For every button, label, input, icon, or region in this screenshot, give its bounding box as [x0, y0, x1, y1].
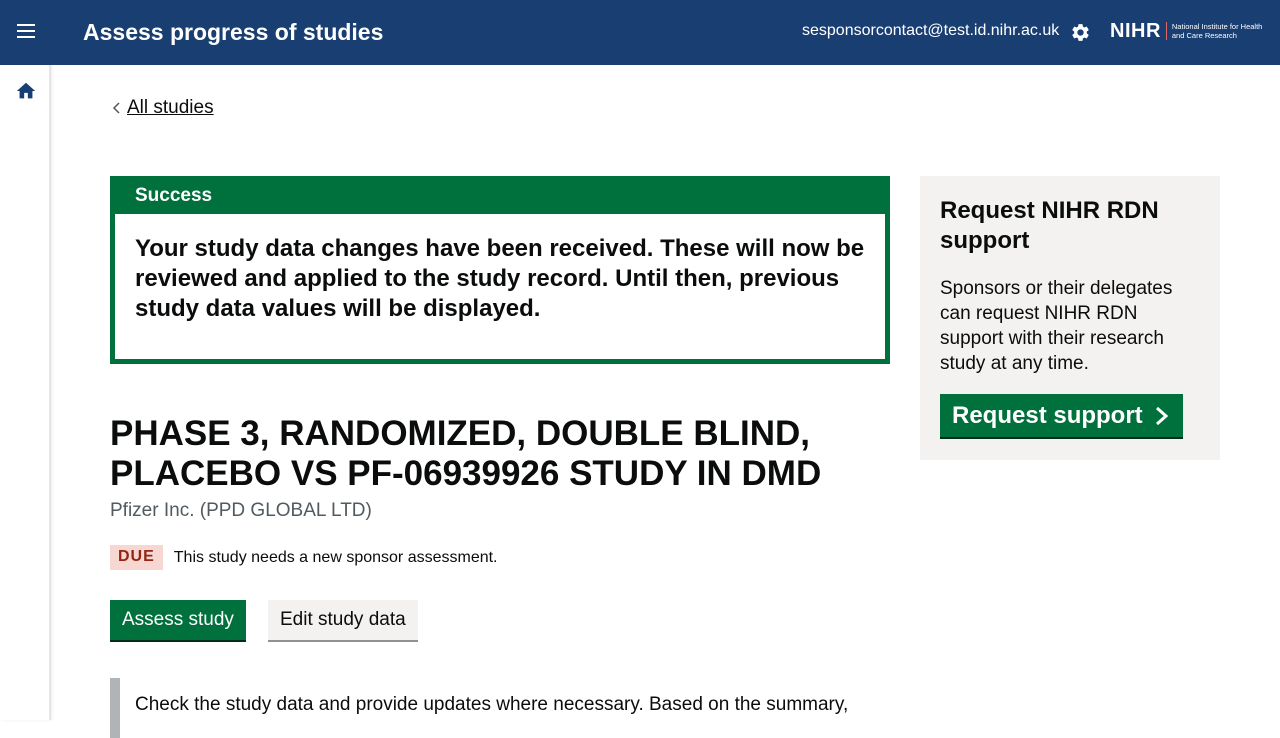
study-title: PHASE 3, RANDOMIZED, DOUBLE BLIND, PLACE… — [110, 414, 822, 493]
support-panel-title: Request NIHR RDN support — [940, 197, 1159, 254]
top-header: Assess progress of studies sesponsorcont… — [0, 0, 1280, 65]
request-support-label: Request support — [952, 401, 1143, 429]
back-link[interactable]: All studies — [110, 97, 214, 119]
chevron-left-icon — [112, 102, 120, 114]
assess-study-button[interactable]: Assess study — [110, 600, 246, 640]
side-nav — [0, 65, 51, 720]
inset-text: Check the study data and provide updates… — [110, 678, 890, 738]
logo-sub-text: National Institute for Health and Care R… — [1171, 22, 1263, 40]
gear-icon[interactable] — [1070, 22, 1091, 43]
success-heading: Success — [115, 181, 885, 214]
status-badge: DUE — [110, 545, 163, 570]
app-title: Assess progress of studies — [83, 19, 384, 45]
menu-icon[interactable] — [17, 24, 37, 40]
request-support-button[interactable]: Request support — [940, 394, 1183, 437]
edit-study-data-button[interactable]: Edit study data — [268, 600, 418, 640]
logo-main-text: NIHR — [1110, 19, 1161, 42]
back-link-label: All studies — [127, 97, 214, 118]
study-sponsor: Pfizer Inc. (PPD GLOBAL LTD) — [110, 500, 372, 521]
logo-divider — [1165, 22, 1167, 40]
home-icon[interactable] — [15, 80, 37, 102]
support-panel: Request NIHR RDN support Sponsors or the… — [920, 176, 1220, 460]
success-message: Your study data changes have been receiv… — [135, 235, 865, 322]
status-text: This study needs a new sponsor assessmen… — [173, 548, 498, 566]
chevron-right-icon — [1155, 406, 1168, 425]
success-banner: Success Your study data changes have bee… — [110, 176, 890, 364]
nihr-logo[interactable]: NIHR National Institute for Health and C… — [1110, 19, 1267, 43]
user-email: sesponsorcontact@test.id.nihr.ac.uk — [802, 22, 1060, 39]
assessment-status: DUE This study needs a new sponsor asses… — [110, 545, 498, 570]
support-panel-text: Sponsors or their delegates can request … — [940, 278, 1173, 374]
